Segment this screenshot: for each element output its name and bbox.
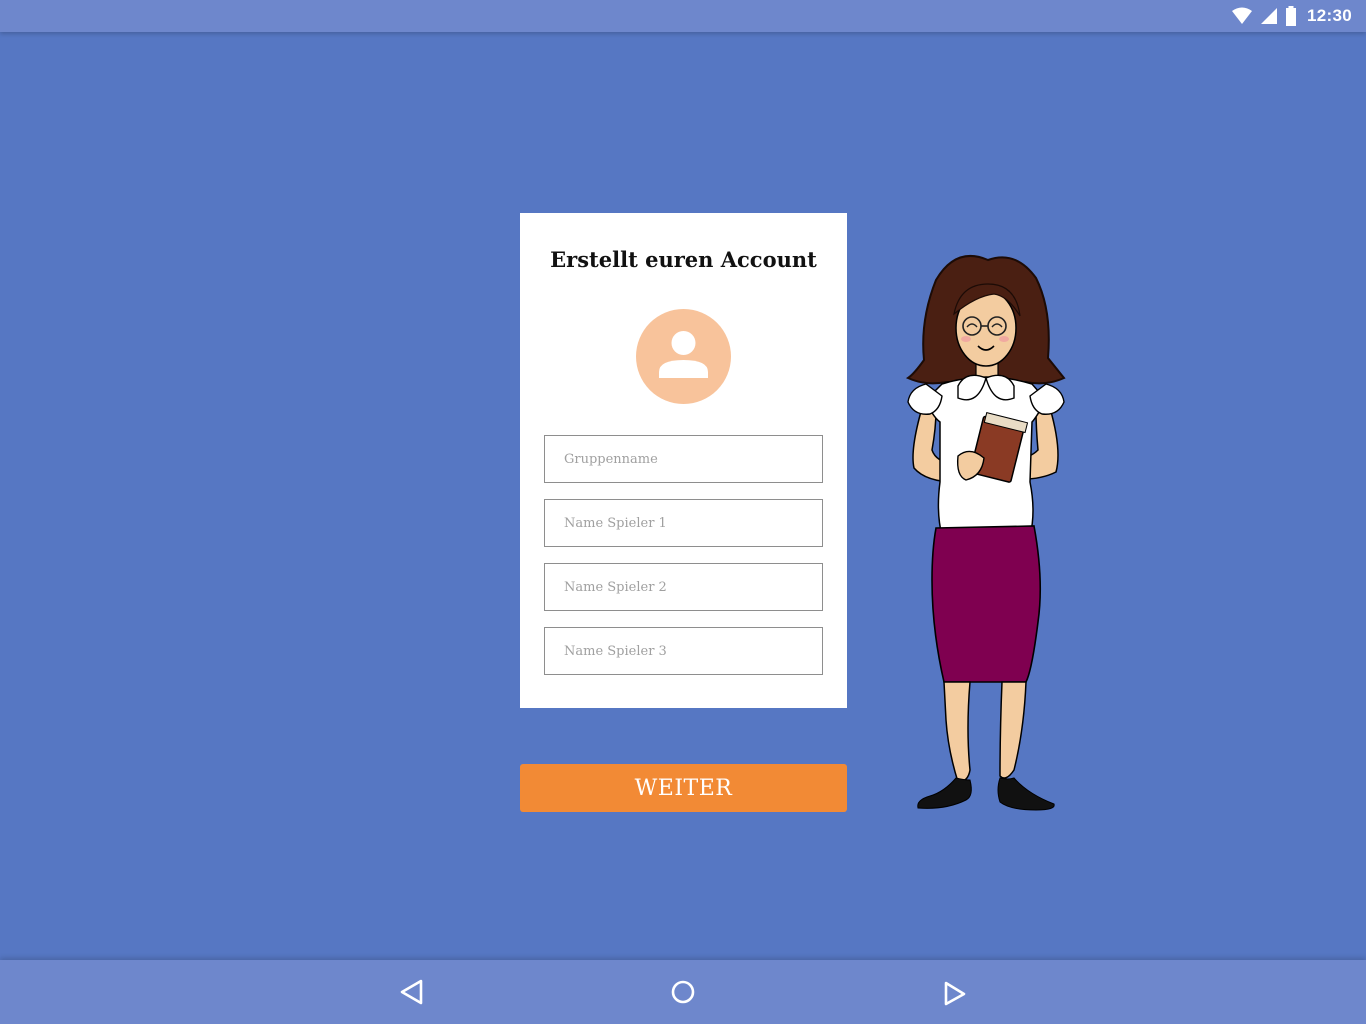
back-icon [400,979,423,1005]
account-card: Erstellt euren Account [520,213,847,708]
page-title: Erstellt euren Account [550,247,817,272]
back-button[interactable] [392,972,432,1012]
home-icon [671,980,695,1004]
home-button[interactable] [663,972,703,1012]
player-2-name-input[interactable] [544,563,823,611]
user-avatar-icon [659,331,708,378]
status-icons: 12:30 [1231,0,1352,32]
forward-icon [944,981,966,1006]
group-name-input[interactable] [544,435,823,483]
wifi-icon [1232,7,1253,24]
status-bar: 12:30 [0,0,1366,32]
battery-icon [1286,6,1297,26]
teacher-character [905,255,1066,811]
status-time: 12:30 [1307,6,1352,25]
navigation-bar [0,960,1366,1024]
player-1-name-input[interactable] [544,499,823,547]
player-3-name-input[interactable] [544,627,823,675]
forward-button[interactable] [934,972,974,1012]
cell-signal-icon [1261,8,1278,24]
weiter-button[interactable]: WEITER [520,764,847,812]
avatar[interactable] [636,309,731,404]
